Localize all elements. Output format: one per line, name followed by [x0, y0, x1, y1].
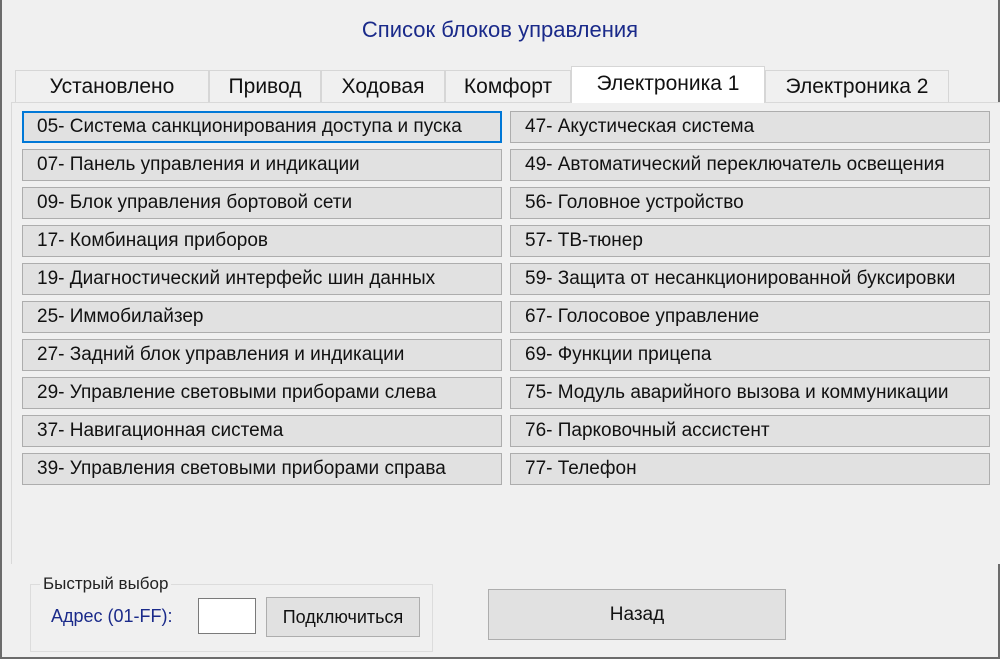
left-module-button[interactable]: 39- Управления световыми приборами справ… — [22, 453, 502, 485]
right-module-button[interactable]: 77- Телефон — [510, 453, 990, 485]
control-units-window: Список блоков управления Установлено При… — [0, 0, 1000, 659]
left-module-button[interactable]: 29- Управление световыми приборами слева — [22, 377, 502, 409]
left-module-button[interactable]: 37- Навигационная система — [22, 415, 502, 447]
right-module-button[interactable]: 56- Головное устройство — [510, 187, 990, 219]
left-module-button[interactable]: 17- Комбинация приборов — [22, 225, 502, 257]
right-module-button[interactable]: 67- Голосовое управление — [510, 301, 990, 333]
left-module-button[interactable]: 05- Система санкционирования доступа и п… — [22, 111, 502, 143]
right-module-button[interactable]: 47- Акустическая система — [510, 111, 990, 143]
tab-panel-electronics-1: 05- Система санкционирования доступа и п… — [11, 102, 1000, 564]
back-button[interactable]: Назад — [488, 589, 786, 640]
tab-comfort[interactable]: Комфорт — [445, 70, 571, 102]
left-module-button[interactable]: 09- Блок управления бортовой сети — [22, 187, 502, 219]
window-title: Список блоков управления — [361, 17, 639, 42]
connect-button[interactable]: Подключиться — [266, 597, 420, 637]
left-module-button[interactable]: 07- Панель управления и индикации — [22, 149, 502, 181]
right-module-button[interactable]: 59- Защита от несанкционированной буксир… — [510, 263, 990, 295]
left-module-button[interactable]: 19- Диагностический интерфейс шин данных — [22, 263, 502, 295]
tab-chassis[interactable]: Ходовая — [321, 70, 445, 102]
right-module-button[interactable]: 57- ТВ-тюнер — [510, 225, 990, 257]
address-label: Адрес (01-FF): — [51, 606, 173, 626]
tab-drivetrain[interactable]: Привод — [209, 70, 321, 102]
address-input[interactable] — [198, 598, 256, 634]
right-module-button[interactable]: 76- Парковочный ассистент — [510, 415, 990, 447]
tab-electronics-2[interactable]: Электроника 2 — [765, 70, 949, 102]
tab-bar: Установлено Привод Ходовая Комфорт Элект… — [15, 66, 955, 103]
right-module-button[interactable]: 75- Модуль аварийного вызова и коммуника… — [510, 377, 990, 409]
right-module-button[interactable]: 49- Автоматический переключатель освещен… — [510, 149, 990, 181]
tab-electronics-1[interactable]: Электроника 1 — [571, 66, 765, 103]
quick-select-legend: Быстрый выбор — [40, 574, 172, 594]
tab-installed[interactable]: Установлено — [15, 70, 209, 102]
left-module-button[interactable]: 25- Иммобилайзер — [22, 301, 502, 333]
right-module-button[interactable]: 69- Функции прицепа — [510, 339, 990, 371]
left-module-button[interactable]: 27- Задний блок управления и индикации — [22, 339, 502, 371]
